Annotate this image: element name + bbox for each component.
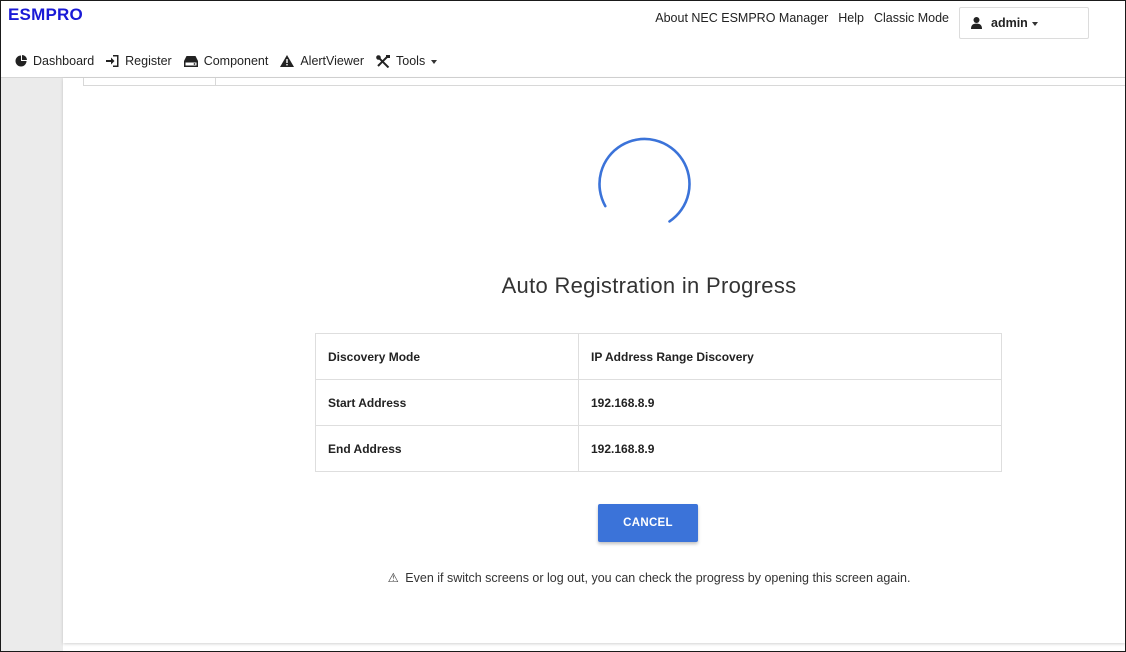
nav-dashboard-label: Dashboard (33, 54, 95, 68)
user-menu-button[interactable]: admin (959, 7, 1089, 39)
classic-mode-link[interactable]: Classic Mode (874, 7, 949, 29)
nav-register[interactable]: Register (106, 54, 172, 68)
main-nav: Dashboard Register Component AlertViewer… (15, 51, 449, 71)
chevron-down-icon (1031, 21, 1038, 26)
user-icon (971, 17, 982, 29)
nav-component[interactable]: Component (183, 54, 269, 68)
chevron-down-icon (431, 59, 438, 64)
row-value: IP Address Range Discovery (578, 333, 1002, 380)
warning-icon: ⚠ (387, 571, 399, 585)
header: ESMPRO About NEC ESMPRO Manager Help Cla… (1, 1, 1125, 78)
page-title: Auto Registration in Progress (501, 273, 797, 298)
tools-icon (376, 54, 391, 68)
help-link[interactable]: Help (838, 7, 864, 29)
tab-header (83, 78, 216, 86)
hdd-icon (183, 55, 198, 67)
user-label: admin (991, 16, 1028, 30)
loading-spinner (593, 135, 693, 235)
row-key: Discovery Mode (315, 333, 579, 380)
pie-chart-icon (15, 55, 27, 67)
brand-logo[interactable]: ESMPRO (8, 5, 83, 25)
top-links: About NEC ESMPRO Manager Help Classic Mo… (645, 7, 1089, 39)
cancel-button[interactable]: CANCEL (598, 504, 698, 542)
nav-alertviewer-label: AlertViewer (300, 54, 365, 68)
row-value: 192.168.8.9 (578, 425, 1002, 472)
notice-text: Even if switch screens or log out, you c… (405, 571, 911, 585)
table-row: Discovery Mode IP Address Range Discover… (315, 333, 1002, 380)
side-gutter (1, 78, 63, 651)
nav-alertviewer[interactable]: AlertViewer (280, 54, 364, 68)
nav-dashboard[interactable]: Dashboard (15, 54, 94, 68)
nav-register-label: Register (125, 54, 172, 68)
row-key: End Address (315, 425, 579, 472)
app-window: ESMPRO About NEC ESMPRO Manager Help Cla… (0, 0, 1126, 652)
warning-icon (280, 55, 295, 67)
row-value: 192.168.8.9 (578, 379, 1002, 426)
progress-notice: ⚠ Even if switch screens or log out, you… (63, 570, 1125, 585)
table-row: End Address 192.168.8.9 (315, 425, 1002, 472)
table-row: Start Address 192.168.8.9 (315, 379, 1002, 426)
content-panel: Auto Registration in Progress Discovery … (63, 78, 1125, 643)
nav-tools-label: Tools (396, 54, 426, 68)
about-link[interactable]: About NEC ESMPRO Manager (655, 7, 828, 29)
discovery-details-table: Discovery Mode IP Address Range Discover… (315, 333, 1002, 472)
nav-tools[interactable]: Tools (376, 54, 438, 68)
sign-in-icon (106, 55, 119, 67)
nav-component-label: Component (203, 54, 269, 68)
row-key: Start Address (315, 379, 579, 426)
tab-divider (216, 85, 1125, 86)
